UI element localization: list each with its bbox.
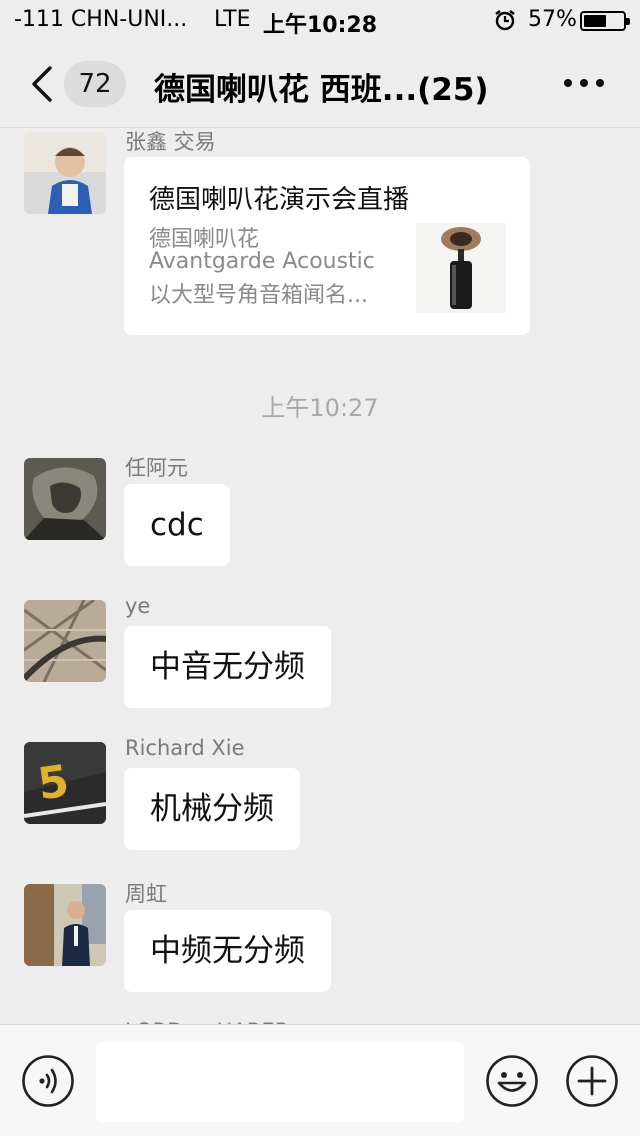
voice-icon[interactable] bbox=[21, 1054, 75, 1108]
status-bar: -111 CHN-UNI... LTE 上午10:28 57% bbox=[0, 0, 640, 40]
chat-header: 72 德国喇叭花 西班...(25) bbox=[0, 40, 640, 128]
avatar-image: 5 bbox=[24, 742, 106, 824]
avatar[interactable] bbox=[24, 884, 106, 966]
link-card-message[interactable]: 德国喇叭花演示会直播 德国喇叭花 Avantgarde Acoustic 以大型… bbox=[124, 157, 530, 335]
sender-name: 任阿元 bbox=[125, 456, 188, 480]
avatar[interactable] bbox=[24, 458, 106, 540]
unread-count-badge[interactable]: 72 bbox=[64, 61, 126, 107]
avatar[interactable] bbox=[24, 600, 106, 682]
avatar-image bbox=[24, 884, 106, 966]
link-card-desc-line: Avantgarde Acoustic bbox=[149, 249, 375, 274]
link-card-title: 德国喇叭花演示会直播 bbox=[149, 185, 410, 215]
sender-name-partial: LORD ... HARER bbox=[125, 1016, 289, 1024]
message-bubble[interactable]: 中音无分频 bbox=[124, 626, 331, 708]
sender-name: 张鑫 交易 bbox=[125, 130, 216, 154]
battery-percent: 57% bbox=[528, 7, 577, 32]
message-list[interactable]: 张鑫 交易 德国喇叭花演示会直播 德国喇叭花 Avantgarde Acoust… bbox=[0, 128, 640, 1024]
sender-name: Richard Xie bbox=[125, 736, 245, 760]
alarm-clock-icon bbox=[495, 10, 515, 31]
battery-icon bbox=[580, 11, 630, 31]
battery-fill bbox=[584, 15, 606, 27]
emoji-icon[interactable] bbox=[485, 1054, 539, 1108]
input-bar bbox=[0, 1024, 640, 1136]
sender-name: ye bbox=[125, 594, 151, 618]
avatar[interactable] bbox=[24, 132, 106, 214]
battery-nub bbox=[626, 18, 630, 25]
avatar[interactable]: 5 bbox=[24, 742, 106, 824]
link-card-desc-line: 以大型号角音箱闻名... bbox=[149, 283, 368, 308]
avatar-image bbox=[24, 132, 106, 214]
more-dots-icon[interactable] bbox=[560, 68, 608, 98]
message-input[interactable] bbox=[96, 1042, 464, 1122]
sender-name: 周虹 bbox=[125, 882, 167, 906]
avatar-image bbox=[24, 600, 106, 682]
message-bubble[interactable]: cdc bbox=[124, 484, 230, 566]
message-bubble[interactable]: 中频无分频 bbox=[124, 910, 331, 992]
chat-title: 德国喇叭花 西班...(25) bbox=[154, 72, 489, 108]
link-card-thumbnail bbox=[416, 223, 506, 313]
plus-icon[interactable] bbox=[565, 1054, 619, 1108]
message-bubble[interactable]: 机械分频 bbox=[124, 768, 300, 850]
avatar-image bbox=[24, 458, 106, 540]
chevron-left-icon[interactable] bbox=[24, 64, 64, 104]
timestamp: 上午10:27 bbox=[261, 394, 379, 422]
